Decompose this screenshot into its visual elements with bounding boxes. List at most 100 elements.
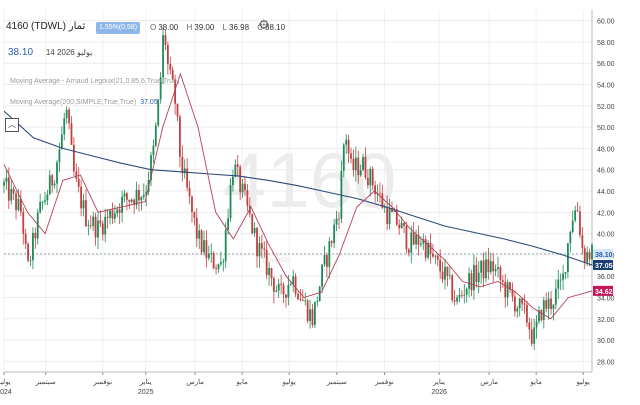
candle-body <box>588 252 591 260</box>
candle-body <box>316 301 319 302</box>
alma-legend[interactable]: Moving Average - Arnaud Legoux(21,0.85,6… <box>10 78 179 85</box>
candle-body <box>12 188 15 194</box>
candle-body <box>113 213 116 219</box>
candle-body <box>217 264 220 270</box>
candle-body <box>82 200 85 209</box>
candle-body <box>321 264 323 287</box>
candle-body <box>162 35 164 78</box>
candle-body <box>195 217 198 239</box>
candle-body <box>205 240 208 259</box>
x-tick-label: مارس <box>186 378 204 386</box>
x-tick-year: 2025 <box>138 389 154 396</box>
candle-body <box>24 233 27 244</box>
candle-body <box>17 198 20 211</box>
candle-body <box>364 157 367 178</box>
candle-body <box>318 286 321 302</box>
candle-body <box>436 255 439 260</box>
x-tick-label: يناير <box>432 378 445 386</box>
candle-body <box>487 259 490 273</box>
chart-canvas[interactable]: 4160DirectFN28.0030.0032.0034.0036.0038.… <box>0 0 640 400</box>
candle-body <box>326 255 328 267</box>
x-tick-label: يناير <box>139 378 152 386</box>
x-tick-year: 2024 <box>0 389 12 396</box>
candle-body <box>166 45 169 64</box>
candle-body <box>246 190 249 206</box>
candle-body <box>354 157 357 171</box>
candle-body <box>542 300 545 321</box>
candle-body <box>530 329 533 344</box>
candle-body <box>126 193 128 200</box>
y-tick-label: 32.00 <box>597 317 615 324</box>
candle-body <box>453 300 456 302</box>
candle-body <box>215 268 217 270</box>
candle-body <box>101 223 104 235</box>
candle-body <box>429 242 432 254</box>
candle-body <box>306 300 309 322</box>
candle-body <box>371 168 374 186</box>
candle-body <box>432 253 434 257</box>
candle-body <box>359 170 362 176</box>
y-tick-label: 44.00 <box>597 189 615 196</box>
candle-body <box>591 244 593 260</box>
candle-body <box>142 194 145 198</box>
candle-body <box>350 153 352 159</box>
candle-body <box>239 166 242 193</box>
candle-body <box>176 103 179 117</box>
candle-body <box>328 241 331 267</box>
candle-body <box>415 234 417 245</box>
candle-body <box>15 193 17 211</box>
candle-body <box>203 240 205 253</box>
alma-label: Moving Average - Arnaud Legoux(21,0.85,6… <box>10 78 180 85</box>
candle-body <box>557 279 560 289</box>
candle-body <box>130 199 133 202</box>
low-key: L <box>222 23 227 32</box>
sma-legend[interactable]: Moving Average(200,SIMPLE,True,True) 37.0… <box>10 99 158 106</box>
chevron-up-icon[interactable]: ︿ <box>5 118 19 132</box>
candle-body <box>128 199 131 202</box>
candle-body <box>333 224 336 244</box>
price-chart[interactable]: 4160DirectFN28.0030.0032.0034.0036.0038.… <box>0 0 640 400</box>
candle-body <box>27 243 29 261</box>
candle-body <box>583 248 586 263</box>
candle-body <box>499 267 502 281</box>
candle-body <box>379 193 381 195</box>
candle-body <box>188 187 191 197</box>
last-price: 38.10 <box>8 47 34 58</box>
candle-body <box>441 271 444 280</box>
candle-body <box>482 260 485 279</box>
candle-body <box>44 200 46 202</box>
candle-body <box>518 298 521 309</box>
candle-body <box>569 231 572 244</box>
candle-body <box>53 183 56 186</box>
candle-body <box>234 164 237 177</box>
candle-body <box>92 216 95 227</box>
candle-body <box>294 276 297 294</box>
price-date: 14 يوليو 2026 <box>45 48 93 57</box>
candle-body <box>97 220 99 238</box>
candle-body <box>301 300 304 301</box>
candle-body <box>65 109 68 119</box>
x-tick-label: يوليو <box>281 378 295 386</box>
candle-body <box>34 232 37 239</box>
gear-icon[interactable]: ⚙ <box>258 17 270 33</box>
candle-body <box>362 157 364 171</box>
candle-body <box>513 296 516 312</box>
candle-body <box>444 266 446 280</box>
change-badge: 1.55%(0.58) <box>96 22 141 34</box>
candle-body <box>388 208 391 225</box>
candle-body <box>77 178 80 187</box>
candle-body <box>554 288 557 305</box>
candle-body <box>186 168 189 188</box>
candle-body <box>412 232 415 245</box>
candle-body <box>586 252 589 263</box>
candle-body <box>280 283 283 285</box>
candle-body <box>263 248 266 250</box>
candle-body <box>123 193 126 197</box>
candle-body <box>342 144 345 171</box>
candle-body <box>198 230 201 239</box>
candle-body <box>345 139 348 145</box>
candle-body <box>99 220 102 224</box>
candle-body <box>564 272 567 274</box>
candle-body <box>448 275 451 277</box>
candle-body <box>576 210 579 212</box>
